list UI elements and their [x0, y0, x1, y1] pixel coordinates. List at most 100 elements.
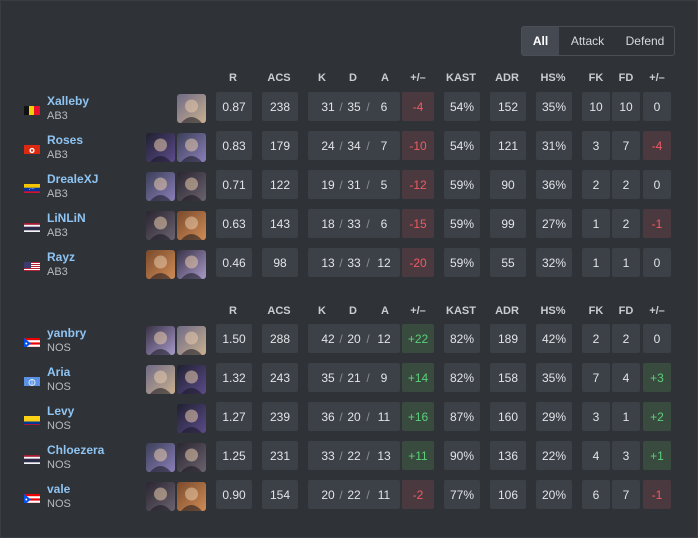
kda-separator: /: [339, 178, 343, 192]
team-tag: NOS: [47, 498, 71, 510]
stat-fd: 3: [612, 441, 640, 470]
stat-acs: 243: [262, 363, 298, 392]
stat-hs: 31%: [536, 131, 572, 160]
stat-r: 0.63: [216, 209, 252, 238]
kd-diff: +22: [402, 324, 434, 353]
flag-thailand-icon: [24, 453, 40, 464]
stat-acs: 179: [262, 131, 298, 160]
column-header: KAST: [446, 305, 476, 317]
filter-all-button[interactable]: All: [522, 27, 559, 55]
player-name-link[interactable]: yanbry: [47, 326, 86, 340]
kda-separator: /: [366, 371, 370, 385]
stat-r: 1.27: [216, 402, 252, 431]
stat-a: 5: [380, 178, 388, 192]
stat-adr: 106: [490, 480, 526, 509]
kda-separator: /: [339, 139, 343, 153]
column-header: ADR: [495, 72, 519, 84]
agent-icon: [177, 94, 206, 123]
stat-acs: 122: [262, 170, 298, 199]
kd-diff: -10: [402, 131, 434, 160]
flag-puertorico-icon: [24, 336, 40, 347]
kda-cell: 24 / 34 / 7: [308, 131, 400, 160]
stat-hs: 22%: [536, 441, 572, 470]
stat-a: 13: [377, 449, 391, 463]
kd-diff: +14: [402, 363, 434, 392]
stat-a: 12: [377, 332, 391, 346]
player-row: Rayz AB3 0.46 98 59% 55 32% 1 1 13 / 33 / 12 -20 0: [0, 248, 698, 287]
kd-diff: -4: [402, 92, 434, 121]
player-name-link[interactable]: Xalleby: [47, 94, 89, 108]
stat-fd: 2: [612, 170, 640, 199]
agent-icon: [146, 482, 175, 511]
agent-icon: [177, 443, 206, 472]
team-tag: NOS: [47, 342, 71, 354]
player-name-link[interactable]: Levy: [47, 404, 74, 418]
column-header: ACS: [267, 305, 291, 317]
stat-fk: 7: [582, 363, 610, 392]
stat-k: 35: [321, 371, 335, 385]
agent-icon: [177, 482, 206, 511]
player-row: Levy NOS 1.27 239 87% 160 29% 3 1 36 / 20 / 11 +16 +2: [0, 402, 698, 441]
kd-diff: -15: [402, 209, 434, 238]
filter-attack-button[interactable]: Attack: [559, 27, 616, 55]
stat-adr: 90: [490, 170, 526, 199]
fkfd-diff: -1: [643, 480, 671, 509]
stat-adr: 189: [490, 324, 526, 353]
stat-kast: 87%: [444, 402, 480, 431]
stat-k: 42: [321, 332, 335, 346]
stat-r: 0.46: [216, 248, 252, 277]
stats-header: R ACS K D A +/– KAST ADR HS% FK FD +/–: [0, 305, 698, 321]
stat-acs: 98: [262, 248, 298, 277]
stat-hs: 35%: [536, 363, 572, 392]
column-header: ADR: [495, 305, 519, 317]
stat-k: 36: [321, 410, 335, 424]
kda-separator: /: [366, 410, 370, 424]
kd-diff: -20: [402, 248, 434, 277]
player-name-link[interactable]: vale: [47, 482, 70, 496]
stat-adr: 99: [490, 209, 526, 238]
column-header: R: [229, 72, 237, 84]
stat-acs: 239: [262, 402, 298, 431]
player-name-link[interactable]: DrealeXJ: [47, 172, 98, 186]
team-tag: NOS: [47, 459, 71, 471]
stat-a: 6: [380, 217, 388, 231]
stat-d: 22: [347, 488, 361, 502]
player-name-link[interactable]: Aria: [47, 365, 70, 379]
fkfd-diff: 0: [643, 92, 671, 121]
stat-k: 20: [321, 488, 335, 502]
stat-kast: 82%: [444, 324, 480, 353]
stat-a: 6: [380, 100, 388, 114]
column-header: +/–: [410, 72, 426, 84]
kda-cell: 31 / 35 / 6: [308, 92, 400, 121]
stat-a: 7: [380, 139, 388, 153]
team-tag: NOS: [47, 420, 71, 432]
stat-fd: 1: [612, 248, 640, 277]
player-row: yanbry NOS 1.50 288 82% 189 42% 2 2 42 / 20 / 12 +22 0: [0, 324, 698, 363]
player-name-link[interactable]: Chloezera: [47, 443, 104, 457]
player-name-link[interactable]: Rayz: [47, 250, 75, 264]
stat-hs: 29%: [536, 402, 572, 431]
stat-fk: 6: [582, 480, 610, 509]
stat-r: 0.90: [216, 480, 252, 509]
filter-defend-button[interactable]: Defend: [616, 27, 674, 55]
stat-k: 33: [321, 449, 335, 463]
stat-kast: 59%: [444, 248, 480, 277]
team-tag: AB3: [47, 266, 68, 278]
stat-r: 1.25: [216, 441, 252, 470]
stat-fk: 2: [582, 170, 610, 199]
player-name-link[interactable]: LiNLiN: [47, 211, 86, 225]
agent-icon: [146, 365, 175, 394]
stat-d: 22: [347, 449, 361, 463]
agent-icon: [177, 250, 206, 279]
kda-separator: /: [339, 449, 343, 463]
stat-hs: 32%: [536, 248, 572, 277]
player-name-link[interactable]: Roses: [47, 133, 83, 147]
stat-hs: 36%: [536, 170, 572, 199]
stat-fd: 1: [612, 402, 640, 431]
kda-cell: 19 / 31 / 5: [308, 170, 400, 199]
fkfd-diff: +1: [643, 441, 671, 470]
stats-header: R ACS K D A +/– KAST ADR HS% FK FD +/–: [0, 72, 698, 88]
column-header: HS%: [540, 72, 566, 84]
side-filter: All Attack Defend: [521, 26, 675, 56]
flag-hongkong-icon: [24, 143, 40, 154]
